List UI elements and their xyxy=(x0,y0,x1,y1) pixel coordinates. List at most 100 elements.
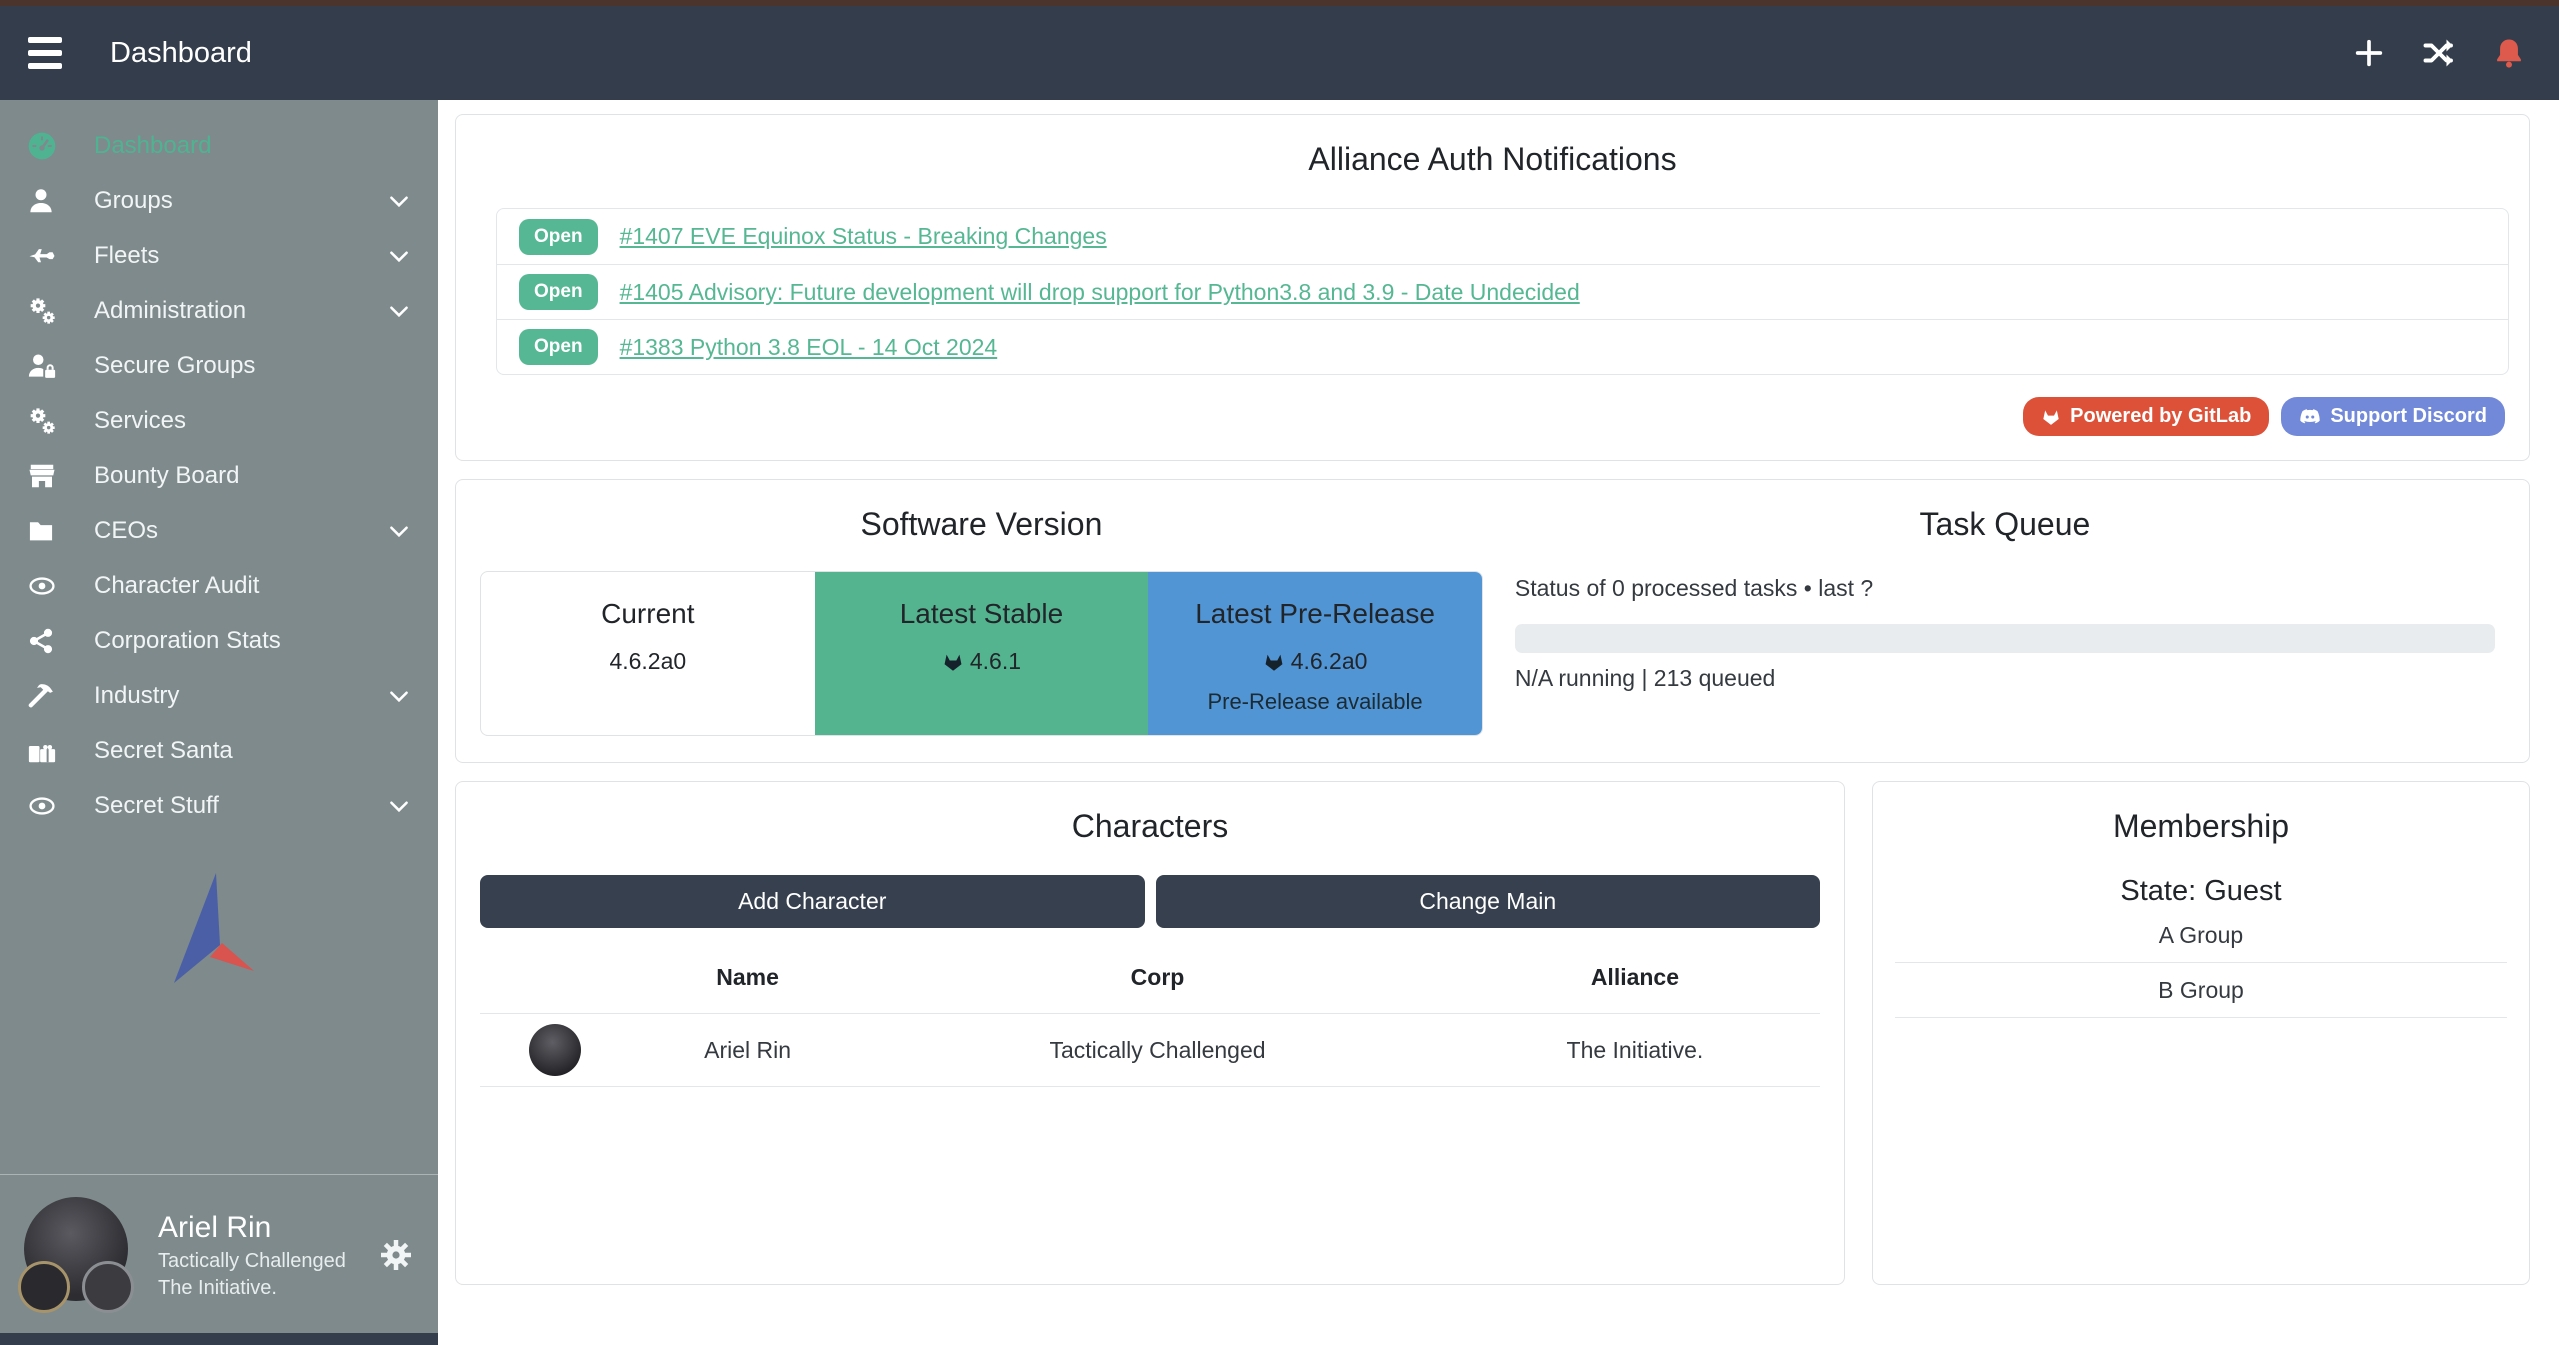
notification-link[interactable]: #1405 Advisory: Future development will … xyxy=(620,279,1580,306)
powered-by-gitlab-badge[interactable]: Powered by GitLab xyxy=(2023,397,2269,436)
sidebar-item-administration[interactable]: Administration xyxy=(0,283,438,338)
gitlab-icon xyxy=(1263,651,1285,673)
column-header-alliance: Alliance xyxy=(1450,944,1820,1014)
membership-group: B Group xyxy=(1895,963,2507,1018)
notifications-bell-icon[interactable] xyxy=(2489,33,2529,73)
alliance-auth-logo xyxy=(154,871,284,993)
gears-icon xyxy=(26,295,66,327)
sidebar-item-label: CEOs xyxy=(94,517,158,545)
top-navbar: Dashboard xyxy=(0,6,2559,100)
column-header-corp: Corp xyxy=(865,944,1450,1014)
version-box-current: Current 4.6.2a0 xyxy=(481,572,815,735)
user-lock-icon xyxy=(26,350,66,382)
add-character-button[interactable]: Add Character xyxy=(480,875,1145,928)
task-queue-status: Status of 0 processed tasks • last ? xyxy=(1515,575,2495,602)
store-icon xyxy=(26,460,66,492)
sidebar-item-label: Corporation Stats xyxy=(94,627,281,655)
version-box-stable: Latest Stable 4.6.1 xyxy=(815,572,1149,735)
gitlab-icon xyxy=(2041,407,2061,427)
change-main-button[interactable]: Change Main xyxy=(1156,875,1821,928)
version-box-label: Latest Stable xyxy=(815,598,1149,630)
add-icon[interactable] xyxy=(2349,33,2389,73)
sidebar-footer-strip xyxy=(0,1333,438,1345)
main-content: Alliance Auth Notifications Open #1407 E… xyxy=(438,100,2559,1345)
page-title: Dashboard xyxy=(110,37,252,70)
sidebar-item-secret-santa[interactable]: Secret Santa xyxy=(0,723,438,778)
gitlab-badge-label: Powered by GitLab xyxy=(2070,405,2251,428)
share-nodes-icon xyxy=(26,625,66,657)
sidebar-item-label: Bounty Board xyxy=(94,462,239,490)
character-portrait xyxy=(529,1024,581,1076)
notifications-list: Open #1407 EVE Equinox Status - Breaking… xyxy=(496,208,2509,375)
chevron-down-icon xyxy=(386,683,412,709)
menu-toggle-icon[interactable] xyxy=(22,33,68,73)
notification-link[interactable]: #1407 EVE Equinox Status - Breaking Chan… xyxy=(620,223,1107,250)
character-alliance: The Initiative. xyxy=(1450,1014,1820,1087)
notification-link[interactable]: #1383 Python 3.8 EOL - 14 Oct 2024 xyxy=(620,334,998,361)
settings-gear-icon[interactable] xyxy=(378,1237,414,1273)
column-header-name: Name xyxy=(630,944,865,1014)
discord-icon xyxy=(2299,408,2321,426)
sidebar-user-panel: Ariel Rin Tactically Challenged The Init… xyxy=(0,1174,438,1333)
sidebar-item-label: Secret Stuff xyxy=(94,792,219,820)
sidebar-item-label: Administration xyxy=(94,297,246,325)
support-discord-badge[interactable]: Support Discord xyxy=(2281,397,2505,436)
sidebar-item-label: Fleets xyxy=(94,242,159,270)
chevron-down-icon xyxy=(386,243,412,269)
sidebar-item-label: Secret Santa xyxy=(94,737,233,765)
discord-badge-label: Support Discord xyxy=(2330,405,2487,428)
chevron-down-icon xyxy=(386,188,412,214)
membership-panel: Membership State: Guest A Group B Group xyxy=(1872,781,2530,1285)
sidebar-item-secure-groups[interactable]: Secure Groups xyxy=(0,338,438,393)
software-taskqueue-panel: Software Version Current 4.6.2a0 Latest … xyxy=(455,479,2530,763)
status-badge: Open xyxy=(519,329,598,365)
user-avatar xyxy=(24,1197,136,1313)
software-version-section: Software Version Current 4.6.2a0 Latest … xyxy=(456,480,1503,736)
character-corp: Tactically Challenged xyxy=(865,1014,1450,1087)
version-number: 4.6.2a0 xyxy=(609,648,686,675)
chevron-down-icon xyxy=(386,298,412,324)
folder-icon xyxy=(26,515,66,547)
status-badge: Open xyxy=(519,274,598,310)
shuffle-icon[interactable] xyxy=(2419,33,2459,73)
software-version-title: Software Version xyxy=(480,480,1483,543)
membership-state: State: Guest xyxy=(1873,875,2529,908)
task-queue-progressbar xyxy=(1515,624,2495,653)
user-name: Ariel Rin xyxy=(158,1208,346,1249)
notifications-title: Alliance Auth Notifications xyxy=(456,115,2529,178)
task-queue-counts: N/A running | 213 queued xyxy=(1515,665,2495,692)
gears-icon xyxy=(26,405,66,437)
version-number: 4.6.2a0 xyxy=(1291,648,1368,675)
sidebar-item-fleets[interactable]: Fleets xyxy=(0,228,438,283)
notifications-panel: Alliance Auth Notifications Open #1407 E… xyxy=(455,114,2530,461)
sidebar-item-label: Industry xyxy=(94,682,179,710)
sidebar-item-character-audit[interactable]: Character Audit xyxy=(0,558,438,613)
user-icon xyxy=(26,185,66,217)
eye-icon xyxy=(26,790,66,822)
eye-icon xyxy=(26,570,66,602)
sidebar-item-corporation-stats[interactable]: Corporation Stats xyxy=(0,613,438,668)
sidebar-item-industry[interactable]: Industry xyxy=(0,668,438,723)
chevron-down-icon xyxy=(386,793,412,819)
sidebar-item-label: Secure Groups xyxy=(94,352,255,380)
characters-panel: Characters Add Character Change Main Nam… xyxy=(455,781,1845,1285)
sidebar-item-ceos[interactable]: CEOs xyxy=(0,503,438,558)
sidebar-item-groups[interactable]: Groups xyxy=(0,173,438,228)
membership-group: A Group xyxy=(1895,908,2507,963)
character-name: Ariel Rin xyxy=(630,1014,865,1087)
gitlab-icon xyxy=(942,651,964,673)
sidebar-item-label: Services xyxy=(94,407,186,435)
gifts-icon xyxy=(26,735,66,767)
sidebar-item-label: Groups xyxy=(94,187,173,215)
version-box-label: Current xyxy=(481,598,815,630)
sidebar-item-services[interactable]: Services xyxy=(0,393,438,448)
user-corp: Tactically Challenged xyxy=(158,1248,346,1275)
sidebar-item-bounty-board[interactable]: Bounty Board xyxy=(0,448,438,503)
sidebar-item-dashboard[interactable]: Dashboard xyxy=(0,118,438,173)
version-number: 4.6.1 xyxy=(970,648,1021,675)
task-queue-title: Task Queue xyxy=(1515,480,2495,543)
notification-row: Open #1407 EVE Equinox Status - Breaking… xyxy=(497,209,2508,264)
sidebar-item-secret-stuff[interactable]: Secret Stuff xyxy=(0,778,438,833)
characters-title: Characters xyxy=(456,782,1844,845)
status-badge: Open xyxy=(519,219,598,255)
